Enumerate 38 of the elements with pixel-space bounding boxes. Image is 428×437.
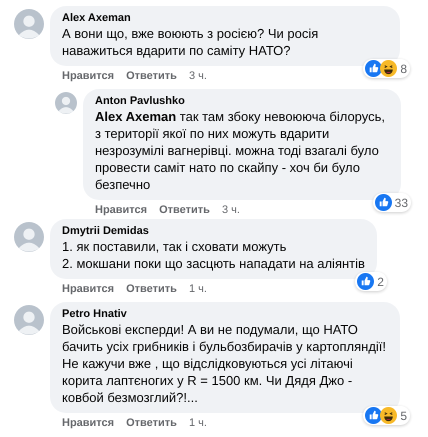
comment-action-link[interactable]: Нравится (62, 416, 114, 430)
comment-text: Войськові експерди! А ви не подумали, що НАТО бачить усіх грибників і бульбозбирачів у картопляндії! Не кажучи вже , що відслідковуються усі літаючі корита лаптєногих у R = 1500 км. Чи Дядя Джо - ковбой безмозглий?!... (62, 321, 388, 406)
thumbs-up-icon (374, 194, 392, 211)
reaction-badge[interactable]: 2 (355, 272, 387, 291)
comment-action-link[interactable]: Ответить (126, 69, 177, 83)
reaction-count: 8 (400, 62, 407, 76)
reaction-count: 5 (400, 408, 407, 422)
comment-time[interactable]: 3 ч. (188, 69, 207, 83)
avatar-icon[interactable] (14, 222, 44, 252)
reaction-count: 33 (394, 196, 408, 210)
thumbs-up-icon (365, 60, 382, 77)
reaction-count: 2 (377, 274, 384, 288)
comment-text: 1. як поставили, так і сховати можуть 2. мокшани поки що засцють нападати на аліянтів (62, 238, 365, 272)
comment-time[interactable]: 3 ч. (222, 203, 240, 217)
comment-text: А вони що, вже воюють з росією? Чи росія наважиться вдарити по саміту НАТО? (62, 25, 320, 59)
thumbs-up-icon (357, 273, 374, 290)
comment-text: Alex Axeman так там збоку невоююча білорусь, з території якої по них можуть вдарити незрозумілі вагнерівці. можна тоді взагалі було провести саміт нато по скайпу - хоч би було безпечно (95, 108, 386, 193)
thumbs-up-icon (365, 407, 382, 424)
comment-time[interactable]: 1 ч. (188, 282, 207, 296)
avatar-icon[interactable] (55, 92, 77, 114)
reaction-badge[interactable]: 33 (372, 193, 411, 212)
avatar-icon[interactable] (14, 9, 44, 39)
comment-action-link[interactable]: Ответить (126, 282, 177, 296)
author-name[interactable]: Alex Axeman (62, 11, 388, 25)
author-name[interactable]: Petro Hnativ (62, 307, 388, 321)
reaction-badge[interactable]: 5 (363, 406, 410, 425)
comment-action-link[interactable]: Ответить (159, 203, 210, 217)
comment-action-link[interactable]: Нравится (62, 282, 114, 296)
laughing-emoji-icon (380, 407, 398, 424)
laughing-emoji-icon (380, 60, 398, 77)
author-name[interactable]: Dmytrii Demidas (62, 224, 365, 238)
reaction-badge[interactable]: 8 (363, 59, 410, 78)
comment-action-link[interactable]: Нравится (62, 69, 114, 83)
comment-action-link[interactable]: Ответить (126, 416, 177, 430)
author-name[interactable]: Anton Pavlushko (95, 94, 389, 108)
comment-action-link[interactable]: Нравится (95, 203, 148, 217)
avatar-icon[interactable] (14, 305, 44, 335)
comment-time[interactable]: 1 ч. (188, 416, 207, 430)
